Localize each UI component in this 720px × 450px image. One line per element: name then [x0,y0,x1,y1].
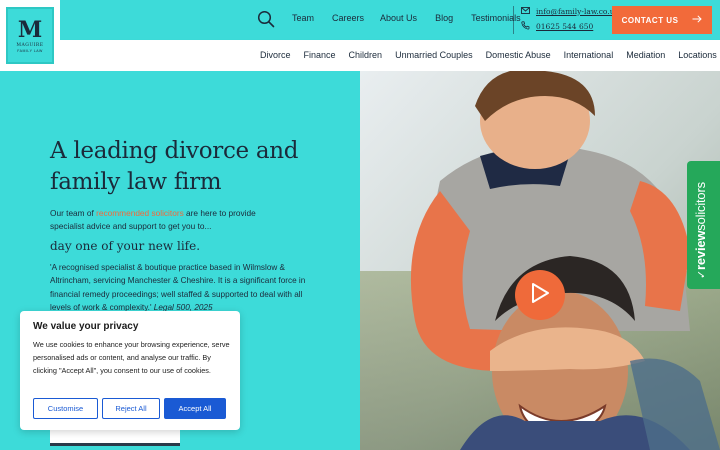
logo-name: MAGUIRE [16,42,44,48]
phone-link[interactable]: 01625 544 650 [521,21,593,32]
review-solicitors-tab[interactable]: ✓reviewsolicitors [687,161,720,289]
hero-intro-start: Our team of [50,208,97,218]
hero-intro: Our team of recommended solicitors are h… [50,207,290,233]
nav-domestic-abuse[interactable]: Domestic Abuse [486,50,551,60]
phone-text[interactable]: 01625 544 650 [536,22,593,31]
nav-divorce[interactable]: Divorce [260,50,291,60]
phone-icon [521,21,530,32]
nav-children[interactable]: Children [349,50,383,60]
logo-monogram: M [17,16,43,43]
header-divider [513,6,514,34]
email-text[interactable]: info@family-law.co.uk [536,7,619,16]
contact-us-label: CONTACT US [621,15,679,25]
play-video-button[interactable] [515,270,565,320]
top-nav-careers[interactable]: Careers [332,13,364,23]
hero-subheading: day one of your new life. [50,239,201,253]
hero-photo [360,71,720,450]
play-icon [530,282,550,309]
search-icon[interactable] [257,10,275,28]
top-nav: Team Careers About Us Blog Testimonials [292,13,539,23]
hero-title: A leading divorce and family law firm [50,138,299,195]
top-nav-about-us[interactable]: About Us [380,13,417,23]
top-nav-blog[interactable]: Blog [435,13,453,23]
accept-all-button[interactable]: Accept All [164,398,226,419]
email-link[interactable]: info@family-law.co.uk [521,7,619,16]
nav-locations[interactable]: Locations [678,50,717,60]
logo-box: M MAGUIRE FAMILY LAW [6,7,54,64]
review-solicitors-logo: ✓reviewsolicitors [693,182,708,279]
reject-all-button[interactable]: Reject All [102,398,160,419]
nav-finance[interactable]: Finance [304,50,336,60]
customise-button[interactable]: Customise [33,398,98,419]
mail-icon [521,7,530,16]
hero-quote: 'A recognised specialist & boutique prac… [50,261,308,315]
review-word: review [693,230,708,270]
nav-international[interactable]: International [564,50,614,60]
awards-strip [50,428,180,446]
logo[interactable]: M MAGUIRE FAMILY LAW [0,0,60,70]
logo-tagline: FAMILY LAW [17,48,43,53]
recommended-solicitors-link[interactable]: recommended solicitors [96,208,184,218]
arrow-right-icon [692,15,703,25]
top-nav-team[interactable]: Team [292,13,314,23]
cookie-banner: We value your privacy We use cookies to … [20,311,240,430]
solicitors-word: solicitors [693,182,708,231]
nav-mediation[interactable]: Mediation [626,50,665,60]
cookie-title: We value your privacy [33,321,139,332]
contact-us-button[interactable]: CONTACT US [612,6,712,34]
service-nav: Divorce Finance Children Unmarried Coupl… [0,40,720,71]
cookie-text: We use cookies to enhance your browsing … [33,340,230,375]
nav-unmarried-couples[interactable]: Unmarried Couples [395,50,473,60]
